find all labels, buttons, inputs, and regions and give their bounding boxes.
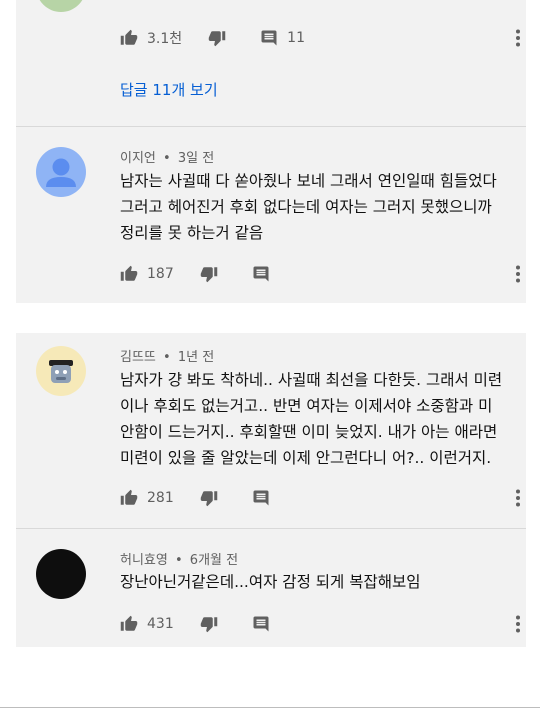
comment-actions: 3.1천 11 [120,27,305,49]
thumbs-down-icon [200,267,217,283]
avatar[interactable] [36,549,86,599]
bottom-divider [0,707,540,708]
comment-text: 장난아닌거같은데...여자 감정 되게 복잡해보임 [120,573,421,591]
like-button[interactable]: 431 [120,615,174,633]
thumbs-up-icon [120,615,138,631]
like-count: 281 [147,490,174,506]
like-count: 187 [147,266,174,282]
meta-separator: • [163,151,171,166]
cartoon-avatar-icon [49,360,73,383]
like-count: 3.1천 [147,31,183,47]
thumbs-up-icon [120,265,138,281]
comment-meta: 이지언 • 3일 전 [120,147,214,166]
comment-actions: 431 [120,613,270,635]
comment-author[interactable]: 허니효영 [120,553,168,568]
comment-time: 1년 전 [177,350,215,365]
like-button[interactable]: 3.1천 [120,28,182,48]
comment-text: 남자가 걍 봐도 착하네.. 사귈때 최선을 다한듯. 그래서 미련이나 후회도… [120,371,503,467]
avatar[interactable] [36,346,86,396]
default-avatar-icon [46,158,76,187]
comment-meta: 김뜨뜨 • 1년 전 [120,346,214,365]
like-button[interactable]: 281 [120,489,174,507]
thumbs-down-icon [200,617,217,633]
thumbs-down-icon [208,31,226,47]
comment-time: 6개월 전 [189,553,239,568]
dislike-button[interactable] [200,489,218,507]
meta-separator: • [163,350,171,365]
comment-card-3: 김뜨뜨 • 1년 전 남자가 걍 봐도 착하네.. 사귈때 최선을 다한듯. 그… [16,333,526,528]
more-vert-icon [516,265,520,283]
reply-count: 11 [287,30,305,46]
more-options-button[interactable] [508,487,528,509]
comment-actions: 187 [120,263,270,285]
more-options-button[interactable] [508,613,528,635]
reply-button[interactable]: 11 [260,29,305,47]
comment-actions: 281 [120,487,270,509]
comment-card-1: 3.1천 11 답글 11개 보기 [16,0,526,126]
thumbs-down-icon [200,491,217,507]
comment-text: 남자는 사귈때 다 쏟아줬나 보네 그래서 연인일때 힘들었다 그러고 헤어진거… [120,172,497,242]
thumbs-up-icon [120,29,138,45]
thumbs-up-icon [120,489,138,505]
reply-button[interactable] [252,489,270,507]
comment-icon [253,266,269,282]
comment-meta: 허니효영 • 6개월 전 [120,549,238,568]
more-options-button[interactable] [508,27,528,49]
avatar[interactable] [36,0,86,12]
more-vert-icon [516,615,520,633]
comment-time: 3일 전 [177,151,215,166]
comment-icon [253,490,269,506]
view-replies-link[interactable]: 답글 11개 보기 [120,79,218,100]
more-vert-icon [516,29,520,47]
comment-text-partial [104,0,334,8]
more-vert-icon [516,489,520,507]
dislike-button[interactable] [200,265,218,283]
comment-card-2: 이지언 • 3일 전 남자는 사귈때 다 쏟아줬나 보네 그래서 연인일때 힘들… [16,127,526,303]
comment-icon [253,616,269,632]
comment-author[interactable]: 이지언 [120,151,156,166]
comment-icon [261,30,277,46]
comment-author[interactable]: 김뜨뜨 [120,350,156,365]
comment-card-4: 허니효영 • 6개월 전 장난아닌거같은데...여자 감정 되게 복잡해보임 4… [16,529,526,647]
reply-button[interactable] [252,265,270,283]
more-options-button[interactable] [508,263,528,285]
dislike-button[interactable] [208,29,226,47]
reply-button[interactable] [252,615,270,633]
avatar[interactable] [36,147,86,197]
like-count: 431 [147,616,174,632]
meta-separator: • [174,553,183,568]
like-button[interactable]: 187 [120,265,174,283]
dislike-button[interactable] [200,615,218,633]
